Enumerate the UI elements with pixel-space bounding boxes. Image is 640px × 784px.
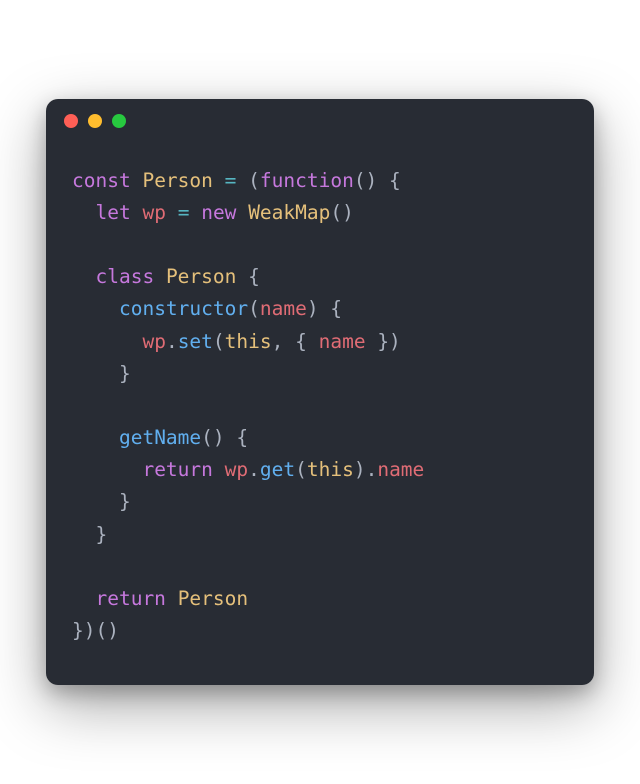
code-token: .	[166, 330, 178, 353]
code-token: }	[72, 362, 131, 385]
code-token	[131, 169, 143, 192]
code-token: Person	[166, 265, 236, 288]
code-token: ()	[330, 201, 353, 224]
code-token	[189, 201, 201, 224]
code-token: }	[72, 490, 131, 513]
code-token	[72, 297, 119, 320]
code-token: ) {	[307, 297, 342, 320]
code-token: return	[142, 458, 212, 481]
code-token: .	[248, 458, 260, 481]
code-token: wp	[142, 201, 165, 224]
code-token	[166, 201, 178, 224]
code-token: Person	[142, 169, 212, 192]
code-token: (	[248, 297, 260, 320]
code-token	[72, 426, 119, 449]
code-token	[166, 587, 178, 610]
code-token: name	[377, 458, 424, 481]
code-token	[72, 458, 142, 481]
code-token: getName	[119, 426, 201, 449]
code-token: (	[295, 458, 307, 481]
code-token: () {	[201, 426, 248, 449]
code-token	[72, 265, 95, 288]
code-token: new	[201, 201, 236, 224]
code-token: this	[307, 458, 354, 481]
code-token: })()	[72, 619, 119, 642]
code-token: this	[225, 330, 272, 353]
code-token: ).	[354, 458, 377, 481]
code-token: set	[178, 330, 213, 353]
code-token	[131, 201, 143, 224]
code-token: Person	[178, 587, 248, 610]
code-token: , {	[272, 330, 319, 353]
zoom-icon[interactable]	[112, 114, 126, 128]
code-window: const Person = (function() { let wp = ne…	[46, 99, 594, 686]
code-token: =	[178, 201, 190, 224]
code-token: let	[95, 201, 130, 224]
code-token: })	[366, 330, 401, 353]
code-token: wp	[225, 458, 248, 481]
code-token: =	[225, 169, 237, 192]
code-token: return	[95, 587, 165, 610]
code-token	[213, 458, 225, 481]
code-token: (	[213, 330, 225, 353]
code-token: function	[260, 169, 354, 192]
code-token	[154, 265, 166, 288]
code-token: {	[236, 265, 259, 288]
code-token: }	[72, 523, 107, 546]
code-token	[72, 201, 95, 224]
minimize-icon[interactable]	[88, 114, 102, 128]
code-token: wp	[142, 330, 165, 353]
code-token: name	[319, 330, 366, 353]
code-token: () {	[354, 169, 401, 192]
code-token: name	[260, 297, 307, 320]
code-block: const Person = (function() { let wp = ne…	[46, 143, 594, 686]
code-token: (	[236, 169, 259, 192]
close-icon[interactable]	[64, 114, 78, 128]
code-token: const	[72, 169, 131, 192]
code-token: class	[95, 265, 154, 288]
code-token	[72, 330, 142, 353]
code-token	[236, 201, 248, 224]
code-token	[213, 169, 225, 192]
code-token: constructor	[119, 297, 248, 320]
code-token: get	[260, 458, 295, 481]
code-token: WeakMap	[248, 201, 330, 224]
code-token	[72, 587, 95, 610]
window-titlebar	[46, 99, 594, 143]
